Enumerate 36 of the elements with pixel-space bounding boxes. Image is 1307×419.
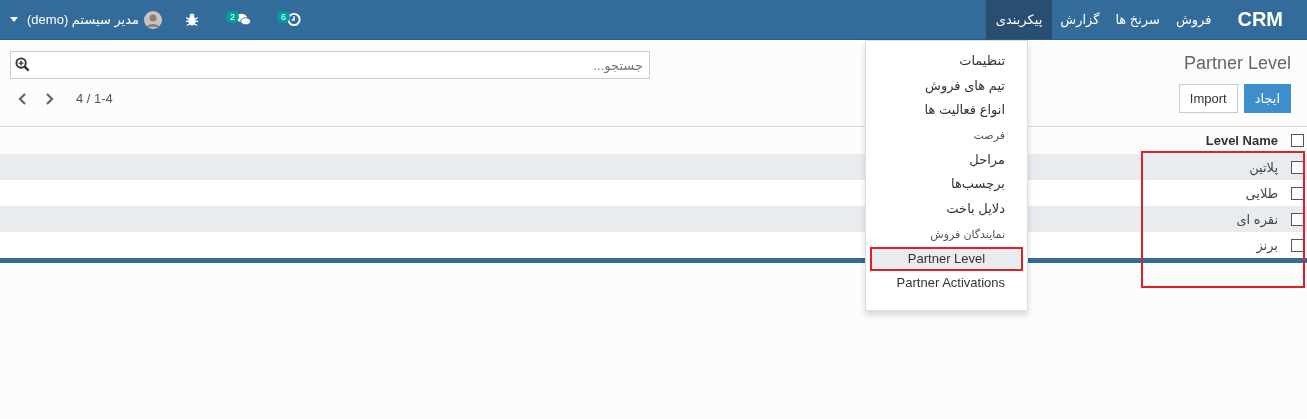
pager-value: 4 / 1-4: [76, 91, 113, 106]
caret-icon[interactable]: [10, 17, 18, 22]
page-title: Partner Level: [1182, 52, 1291, 74]
table-cell: نقره ای: [1236, 211, 1278, 227]
menu-tab[interactable]: سرنخ ها: [1107, 0, 1168, 39]
clock-icon: [286, 12, 303, 27]
previous-icon[interactable]: [18, 91, 28, 106]
table-cell: طلایی: [1245, 185, 1278, 201]
column-header[interactable]: Level Name: [1205, 133, 1278, 148]
menu-item[interactable]: انواع فعالیت ها: [866, 98, 1027, 124]
menu-tab[interactable]: فروش: [1167, 0, 1220, 39]
menu-item[interactable]: تیم های فروش: [866, 73, 1027, 99]
menu-item[interactable]: برچسب‌ها: [866, 172, 1027, 198]
select-all-checkbox[interactable]: [1291, 134, 1304, 147]
app-brand[interactable]: CRM: [1237, 0, 1283, 39]
menu-item[interactable]: نمایندگان فروش: [866, 221, 1027, 247]
message-count: 2: [226, 10, 239, 23]
search-icon[interactable]: [15, 57, 30, 72]
menu-tab[interactable]: گزارش: [1052, 0, 1108, 39]
next-icon[interactable]: [44, 91, 54, 106]
menu-item[interactable]: Partner Level: [870, 246, 1023, 272]
search-field[interactable]: جستجو...: [10, 51, 650, 79]
bug-icon[interactable]: [184, 12, 200, 27]
table-cell: برنز: [1256, 237, 1278, 253]
import-button[interactable]: Import: [1178, 84, 1238, 113]
menu-item[interactable]: تنظیمات: [866, 49, 1027, 74]
menu-tab[interactable]: پیکربندی: [985, 0, 1053, 39]
menu-item[interactable]: مراحل: [866, 147, 1027, 173]
user-name[interactable]: مدیر سیستم (demo): [27, 12, 139, 27]
avatar-icon: [144, 10, 162, 29]
menu-item[interactable]: Partner Activations: [866, 271, 1027, 296]
create-button[interactable]: ایجاد: [1243, 84, 1291, 113]
table-cell: پلاتین: [1249, 159, 1278, 175]
menu-item[interactable]: دلایل باخت: [866, 197, 1027, 222]
menu-item[interactable]: فرصت: [866, 123, 1027, 148]
activity-count: 6: [277, 10, 291, 23]
